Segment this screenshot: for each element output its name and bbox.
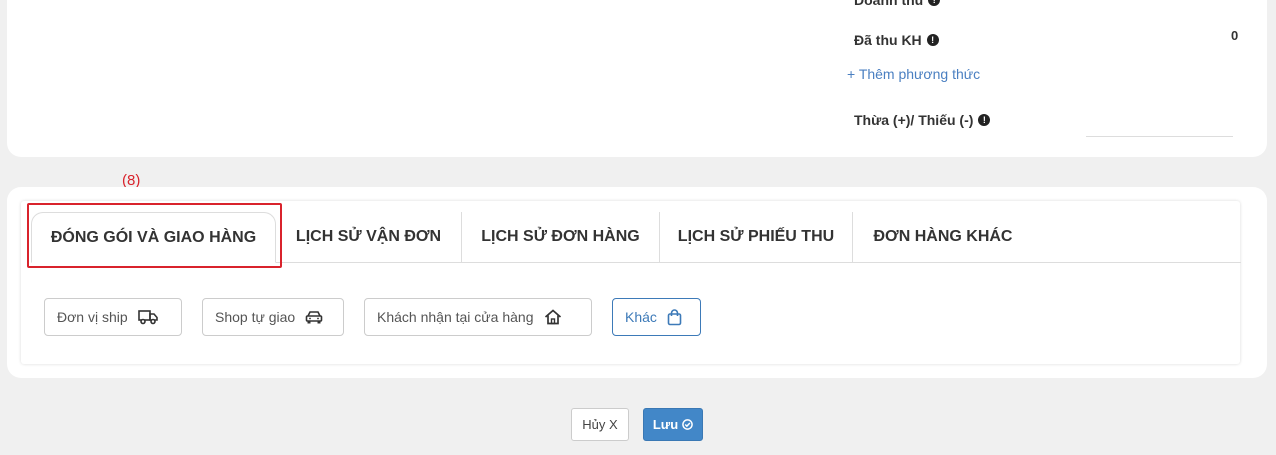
cancel-label: Hủy X [582,417,618,432]
shopping-bag-icon [667,308,682,325]
tab-label: ĐÓNG GÓI VÀ GIAO HÀNG [50,228,257,246]
paid-row: Đã thu KH ! [854,32,939,48]
revenue-label: Doanh thu [854,0,924,8]
revenue-row: Doanh thu ! [854,0,941,8]
tab-shipping-history[interactable]: LỊCH SỬ VẬN ĐƠN [276,212,462,262]
car-icon [305,311,323,324]
tab-label: LỊCH SỬ ĐƠN HÀNG [481,228,640,245]
info-icon[interactable]: ! [978,114,991,126]
tab-receipt-history[interactable]: LỊCH SỬ PHIẾU THU [660,212,853,262]
diff-label: Thừa (+)/ Thiếu (-) [854,112,974,128]
info-icon[interactable]: ! [926,34,939,46]
paid-label: Đã thu KH [854,32,922,48]
option-label: Đơn vị ship [57,309,128,325]
save-button[interactable]: Lưu [643,408,703,441]
tab-label: LỊCH SỬ VẬN ĐƠN [295,228,442,245]
tab-order-history[interactable]: LỊCH SỬ ĐƠN HÀNG [462,212,660,262]
option-shipping-unit[interactable]: Đơn vị ship [44,298,182,336]
save-label: Lưu [652,417,679,432]
option-other[interactable]: Khác [612,298,701,336]
option-store-pickup[interactable]: Khách nhận tại cửa hàng [364,298,592,336]
tab-other-orders[interactable]: ĐƠN HÀNG KHÁC [853,212,1033,262]
delivery-panel: ĐÓNG GÓI VÀ GIAO HÀNG LỊCH SỬ VẬN ĐƠN LỊ… [7,187,1267,378]
diff-row: Thừa (+)/ Thiếu (-) ! [854,112,991,128]
add-payment-method-link[interactable]: + Thêm phương thức [847,66,980,82]
tab-packing-delivery[interactable]: ĐÓNG GÓI VÀ GIAO HÀNG [31,212,276,263]
option-label: Shop tự giao [215,309,296,325]
option-shop-delivery[interactable]: Shop tự giao [202,298,344,336]
home-icon [544,309,561,325]
diff-value-field[interactable] [1086,136,1233,137]
truck-icon [137,310,158,325]
payment-summary-panel [7,0,1267,157]
delivery-card: ĐÓNG GÓI VÀ GIAO HÀNG LỊCH SỬ VẬN ĐƠN LỊ… [21,201,1241,364]
option-label: Khách nhận tại cửa hàng [377,309,534,325]
tab-label: ĐƠN HÀNG KHÁC [873,228,1013,245]
info-icon[interactable]: ! [928,0,941,6]
tab-bar: ĐÓNG GÓI VÀ GIAO HÀNG LỊCH SỬ VẬN ĐƠN LỊ… [31,212,1241,263]
tab-label: LỊCH SỬ PHIẾU THU [677,228,835,245]
option-label: Khác [625,309,657,325]
check-circle-icon [682,419,693,430]
cancel-button[interactable]: Hủy X [571,408,629,441]
paid-value: 0 [1231,28,1239,43]
